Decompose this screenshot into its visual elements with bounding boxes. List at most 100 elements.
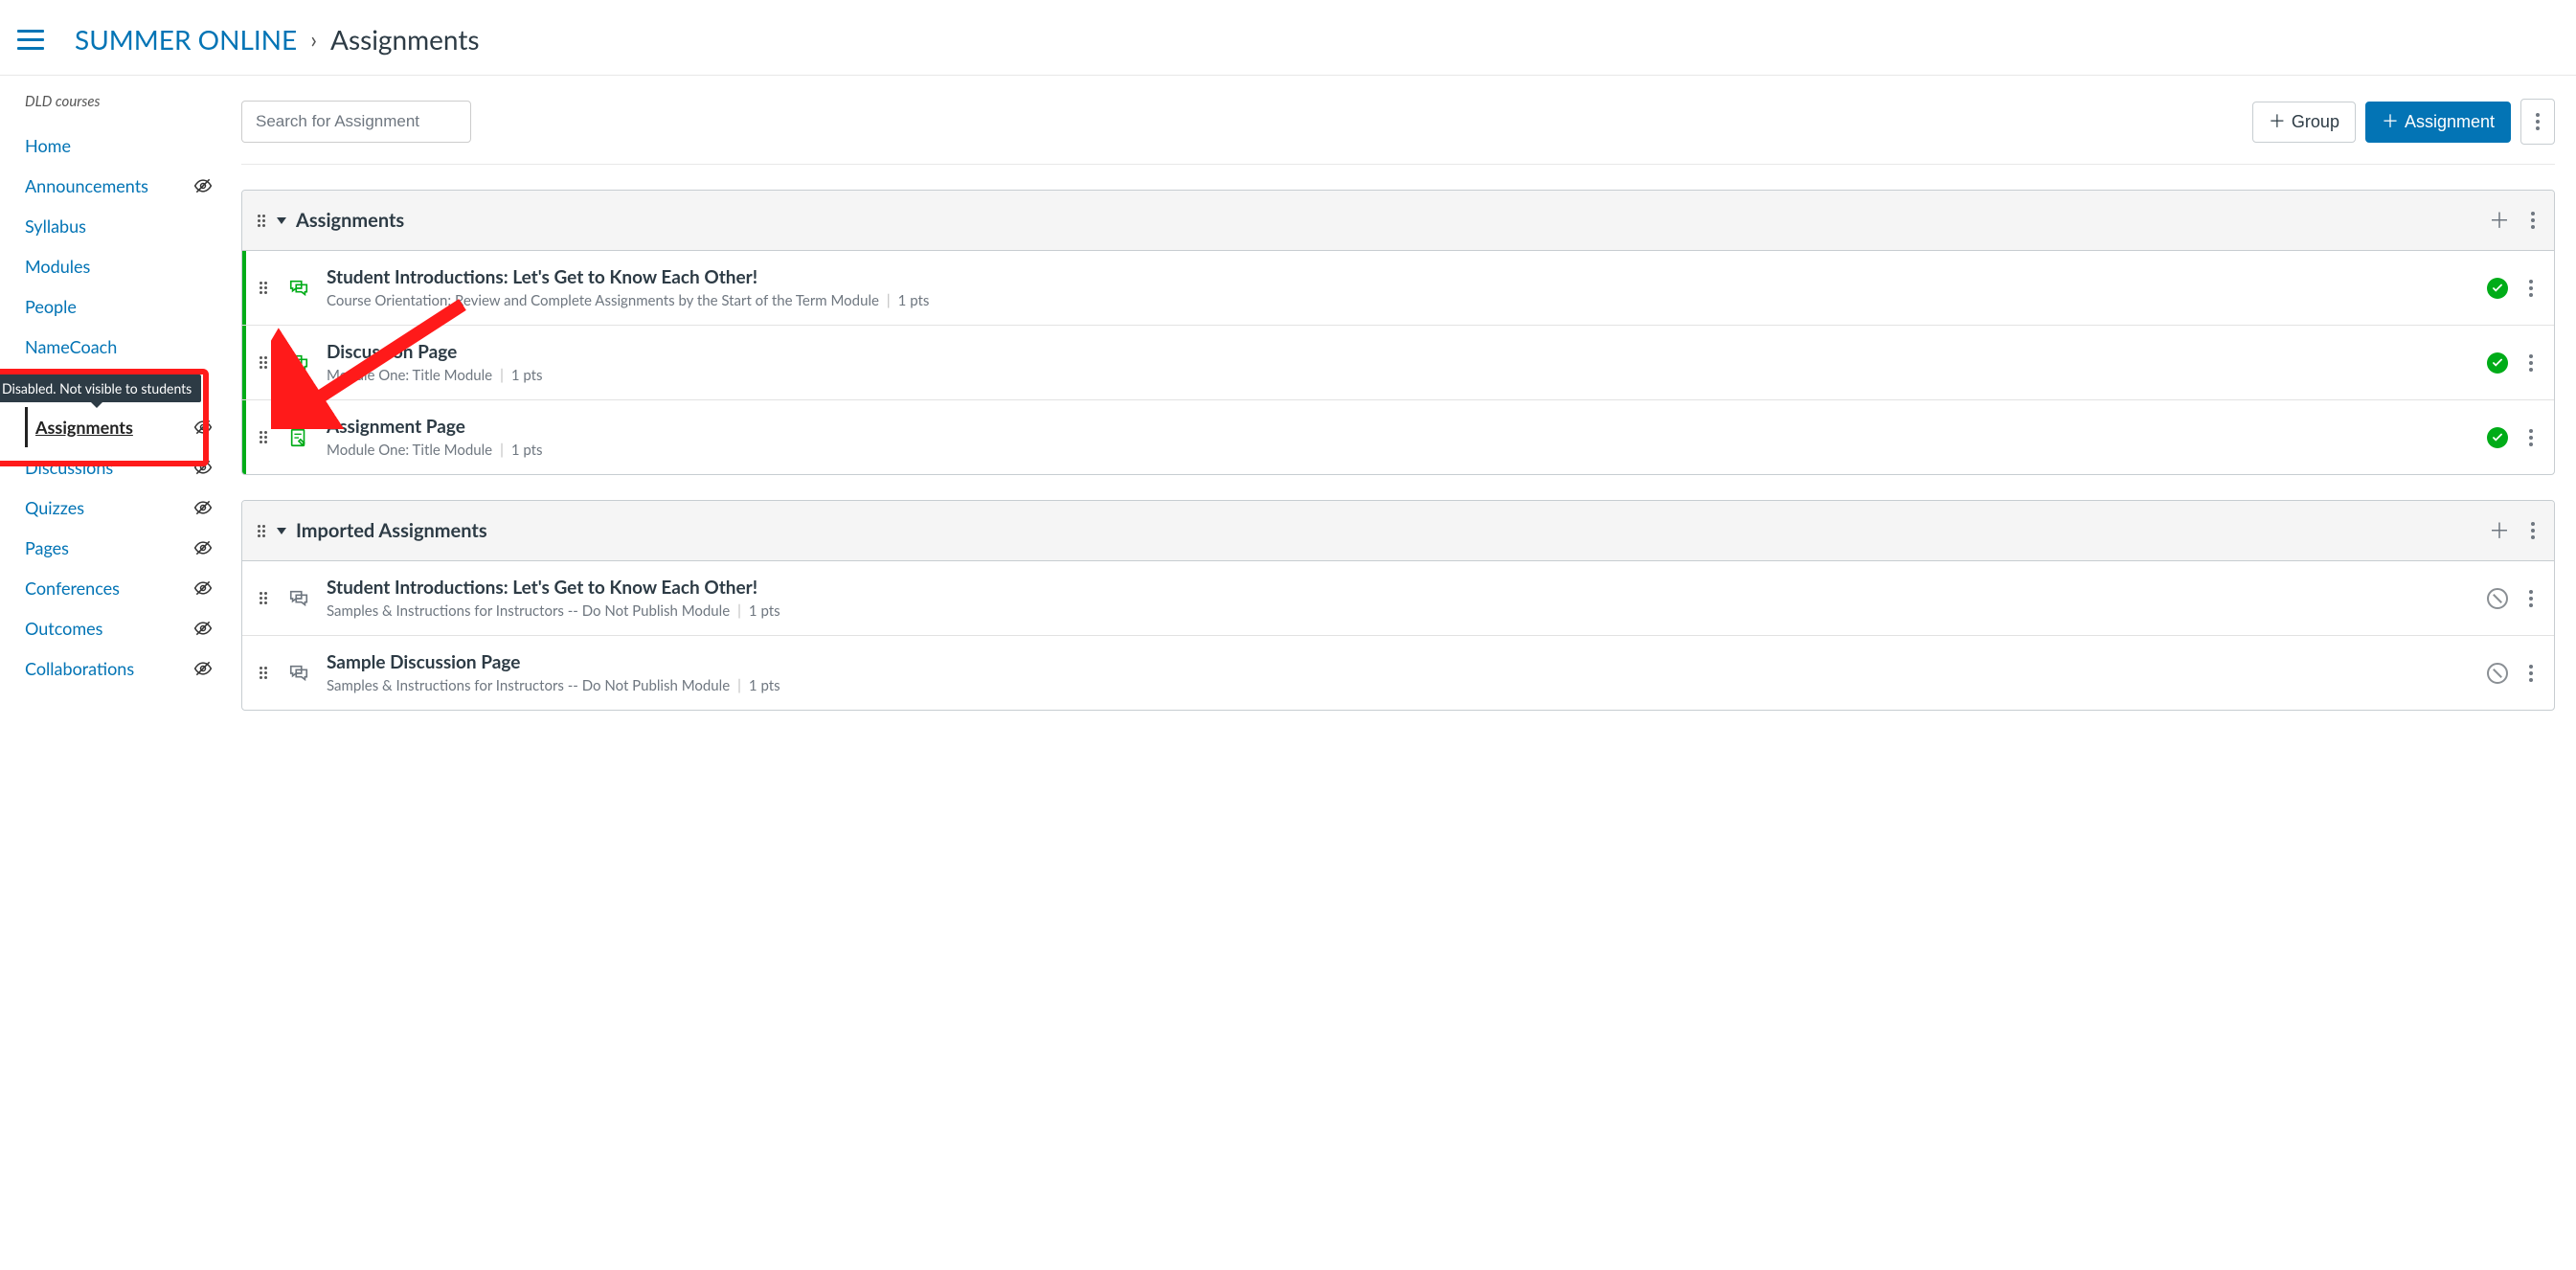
discussion-icon bbox=[288, 663, 309, 684]
assignments-toolbar: ＋ Group ＋ Assignment bbox=[241, 99, 2555, 165]
published-status-icon[interactable] bbox=[2487, 352, 2508, 374]
assignment-row-actions bbox=[2487, 425, 2537, 450]
published-status-icon[interactable] bbox=[2487, 278, 2508, 299]
breadcrumb: SUMMER ONLINE › Assignments bbox=[75, 23, 480, 56]
sidebar-item-link[interactable]: Home bbox=[25, 135, 71, 156]
drag-handle-icon[interactable] bbox=[258, 215, 267, 227]
assignment-row[interactable]: Assignment Page Module One: Title Module|… bbox=[242, 400, 2554, 474]
sidebar-item-assignments[interactable]: Assignments bbox=[25, 407, 220, 447]
assignment-icon bbox=[288, 427, 309, 448]
sidebar-item-link[interactable]: Modules bbox=[25, 256, 90, 277]
assignment-row-actions bbox=[2487, 586, 2537, 611]
assignment-subtext: Module One: Title Module|1 pts bbox=[327, 367, 2470, 384]
sidebar-item-conferences[interactable]: Conferences bbox=[25, 568, 220, 608]
collapse-caret-icon[interactable] bbox=[277, 217, 286, 224]
assignment-row[interactable]: Sample Discussion PageSamples & Instruct… bbox=[242, 636, 2554, 710]
assignment-row-body: Assignment Page Module One: Title Module|… bbox=[327, 416, 2470, 459]
sidebar-item-link[interactable]: Collaborations bbox=[25, 658, 134, 679]
hamburger-menu-icon[interactable] bbox=[17, 30, 56, 50]
assignment-group-header[interactable]: Assignments ＋ bbox=[242, 191, 2554, 251]
eye-off-icon bbox=[193, 418, 213, 437]
toolbar-more-options-button[interactable] bbox=[2520, 99, 2555, 145]
breadcrumb-current: Assignments bbox=[330, 23, 480, 56]
sidebar-item-link[interactable]: Assignments bbox=[35, 417, 133, 438]
eye-off-icon bbox=[193, 458, 213, 477]
breadcrumb-header: SUMMER ONLINE › Assignments bbox=[0, 0, 2576, 76]
assignment-row-actions bbox=[2487, 276, 2537, 301]
drag-handle-icon[interactable] bbox=[258, 525, 267, 537]
assignment-row-body: Student Introductions: Let's Get to Know… bbox=[327, 577, 2470, 620]
sidebar-item-link[interactable]: Discussions bbox=[25, 457, 113, 478]
assignment-subtext: Course Orientation: Review and Complete … bbox=[327, 292, 2470, 309]
drag-handle-icon[interactable] bbox=[260, 667, 269, 679]
drag-handle-icon[interactable] bbox=[260, 356, 269, 369]
group-title: Assignments bbox=[296, 209, 2479, 232]
assignment-row[interactable]: Student Introductions: Let's Get to Know… bbox=[242, 561, 2554, 636]
add-assignment-button[interactable]: ＋ Assignment bbox=[2365, 102, 2511, 143]
assignment-row-body: Sample Discussion PageSamples & Instruct… bbox=[327, 651, 2470, 694]
plus-icon: ＋ bbox=[2382, 113, 2399, 130]
add-group-button[interactable]: ＋ Group bbox=[2252, 102, 2356, 143]
sidebar-item-pages[interactable]: Pages bbox=[25, 528, 220, 568]
assignment-group: Imported Assignments＋ Student Introductio… bbox=[241, 500, 2555, 711]
row-more-options-button[interactable] bbox=[2525, 425, 2537, 450]
group-more-options-button[interactable] bbox=[2527, 208, 2539, 233]
unpublished-status-icon[interactable] bbox=[2487, 588, 2508, 609]
row-more-options-button[interactable] bbox=[2525, 351, 2537, 375]
assignment-subtext: Samples & Instructions for Instructors -… bbox=[327, 602, 2470, 620]
drag-handle-icon[interactable] bbox=[260, 282, 269, 294]
assignment-title-link[interactable]: Discussion Page bbox=[327, 341, 2470, 363]
sidebar-item-link[interactable]: Pages bbox=[25, 537, 69, 558]
unpublished-status-icon[interactable] bbox=[2487, 663, 2508, 684]
sidebar-item-syllabus[interactable]: Syllabus bbox=[25, 206, 220, 246]
sidebar-item-namecoach[interactable]: NameCoach bbox=[25, 327, 220, 367]
course-sidebar: DLD courses Home Announcements Syllabus Mod… bbox=[0, 76, 220, 734]
disabled-tooltip: Disabled. Not visible to students bbox=[0, 374, 201, 402]
add-in-group-icon[interactable]: ＋ bbox=[2489, 210, 2510, 231]
breadcrumb-separator: › bbox=[310, 26, 317, 54]
row-more-options-button[interactable] bbox=[2525, 276, 2537, 301]
sidebar-item-home[interactable]: Home bbox=[25, 125, 220, 166]
assignment-title-link[interactable]: Student Introductions: Let's Get to Know… bbox=[327, 266, 2470, 288]
assignment-group: Assignments ＋ Student Introductions: Let's… bbox=[241, 190, 2555, 475]
sidebar-item-link[interactable]: Syllabus bbox=[25, 215, 86, 237]
kebab-icon bbox=[2532, 109, 2543, 134]
search-wrapper bbox=[241, 101, 471, 143]
assignment-row[interactable]: Student Introductions: Let's Get to Know… bbox=[242, 251, 2554, 326]
assignment-subtext: Module One: Title Module|1 pts bbox=[327, 442, 2470, 459]
add-assignment-label: Assignment bbox=[2405, 112, 2495, 132]
sidebar-section-label: DLD courses bbox=[25, 93, 220, 110]
assignment-title-link[interactable]: Student Introductions: Let's Get to Know… bbox=[327, 577, 2470, 599]
row-more-options-button[interactable] bbox=[2525, 661, 2537, 686]
sidebar-item-announcements[interactable]: Announcements bbox=[25, 166, 220, 206]
search-input[interactable] bbox=[241, 101, 471, 143]
sidebar-item-link[interactable]: NameCoach bbox=[25, 336, 117, 357]
add-in-group-icon[interactable]: ＋ bbox=[2489, 520, 2510, 541]
assignment-title-link[interactable]: Assignment Page bbox=[327, 416, 2470, 438]
sidebar-item-link[interactable]: Conferences bbox=[25, 578, 120, 599]
published-status-icon[interactable] bbox=[2487, 427, 2508, 448]
row-more-options-button[interactable] bbox=[2525, 586, 2537, 611]
sidebar-item-outcomes[interactable]: Outcomes bbox=[25, 608, 220, 648]
sidebar-item-link[interactable]: Outcomes bbox=[25, 618, 102, 639]
assignment-row-body: Student Introductions: Let's Get to Know… bbox=[327, 266, 2470, 309]
sidebar-item-modules[interactable]: Modules bbox=[25, 246, 220, 286]
sidebar-item-link[interactable]: Quizzes bbox=[25, 497, 84, 518]
sidebar-item-people[interactable]: People bbox=[25, 286, 220, 327]
drag-handle-icon[interactable] bbox=[260, 431, 269, 443]
breadcrumb-course-link[interactable]: SUMMER ONLINE bbox=[75, 23, 297, 56]
assignment-row[interactable]: Discussion Page Module One: Title Module|… bbox=[242, 326, 2554, 400]
collapse-caret-icon[interactable] bbox=[277, 528, 286, 534]
sidebar-item-discussions[interactable]: Discussions bbox=[25, 447, 220, 488]
group-more-options-button[interactable] bbox=[2527, 518, 2539, 543]
assignment-group-header[interactable]: Imported Assignments＋ bbox=[242, 501, 2554, 561]
sidebar-item-link[interactable]: People bbox=[25, 296, 77, 317]
sidebar-item-collaborations[interactable]: Collaborations bbox=[25, 648, 220, 689]
sidebar-item-quizzes[interactable]: Quizzes bbox=[25, 488, 220, 528]
sidebar-item-link[interactable]: Announcements bbox=[25, 175, 148, 196]
discussion-icon bbox=[288, 588, 309, 609]
drag-handle-icon[interactable] bbox=[260, 592, 269, 604]
discussion-icon bbox=[288, 352, 309, 374]
add-group-label: Group bbox=[2292, 112, 2339, 132]
assignment-title-link[interactable]: Sample Discussion Page bbox=[327, 651, 2470, 673]
